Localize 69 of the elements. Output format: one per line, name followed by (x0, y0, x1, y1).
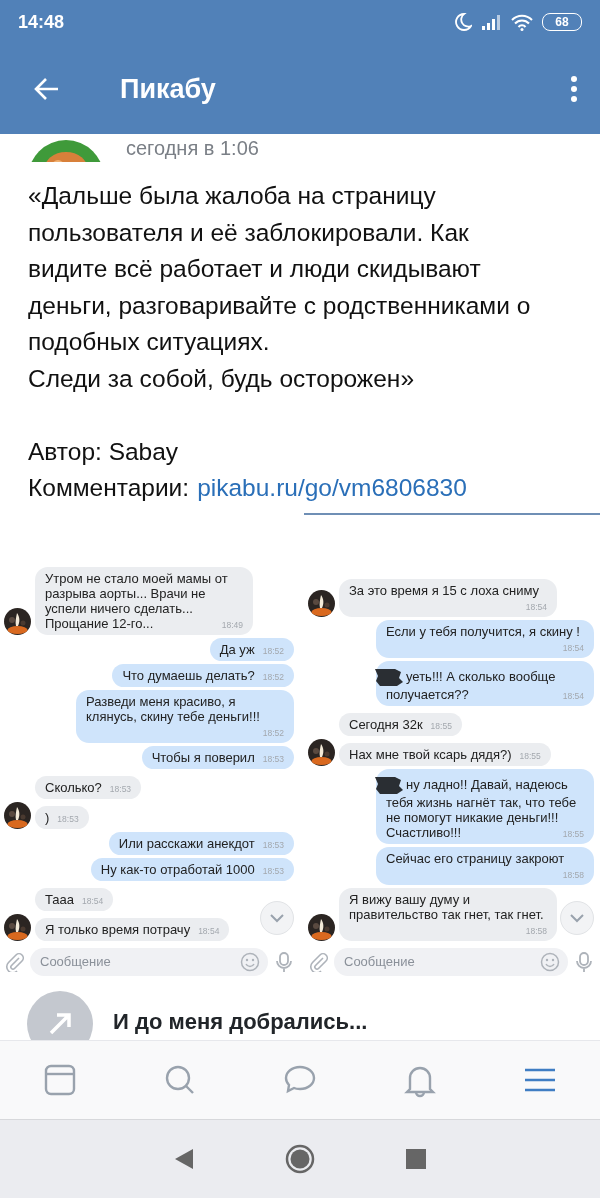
status-time: 14:48 (18, 10, 65, 34)
emoji-icon[interactable] (540, 951, 560, 972)
moon-icon (452, 12, 472, 32)
post-date: сегодня в 1:06 (126, 136, 259, 160)
message-time: 18:55 (430, 719, 452, 732)
post-author: Автор: Sabay (28, 436, 180, 467)
message-bubble: Да уж 18:52 (209, 637, 294, 661)
message-time: 18:53 (262, 838, 284, 851)
message-time: 18:58 (562, 868, 584, 881)
message-time: 18:54 (562, 641, 584, 654)
scroll-down-button[interactable] (260, 900, 294, 935)
message-bubble: Я только время потрачу 18:54 (35, 917, 230, 941)
message-time: 18:54 (562, 689, 584, 702)
message-bubble: уеть!!! А сколько вообще получается?? 18:54 (376, 660, 594, 706)
message-time: 18:54 (525, 600, 547, 613)
message-time: 18:54 (198, 924, 220, 937)
more-button[interactable] (570, 75, 578, 103)
message-time: 18:52 (262, 670, 284, 683)
microphone-icon[interactable] (274, 950, 294, 973)
post-title: И до меня добрались... (113, 1007, 368, 1036)
chevron-down-icon (269, 912, 285, 923)
message-bubble: Тааа 18:54 (35, 887, 114, 911)
message-time: 18:53 (109, 782, 132, 795)
message-time: 18:55 (562, 827, 584, 840)
post-paragraph: Следи за собой, будь осторожен» (28, 363, 416, 394)
message-bubble: Сколько? 18:53 (35, 775, 142, 799)
attach-icon[interactable] (4, 951, 24, 972)
message-time: 18:54 (82, 894, 104, 907)
message-time: 18:58 (525, 924, 547, 937)
message-bubble: За это время я 15 с лоха сниму 18:54 (339, 578, 557, 617)
page-title: Пикабу (120, 72, 217, 106)
message-bubble: Или расскажи анекдот 18:53 (108, 831, 294, 855)
message-bubble: Что думаешь делать? 18:52 (112, 663, 294, 687)
feed-icon (42, 1062, 78, 1098)
message-field[interactable]: Сообщение (334, 947, 568, 976)
message-bubble: Утром не стало моей мамы от разрыва аорты... Врачи не успели ничего сделать... Прощание 12-го... 18:49 (35, 566, 253, 635)
message-field[interactable]: Сообщение (30, 947, 268, 976)
post-paragraph: «Дальше была жалоба на страницу пользователя и её заблокировали. Как видите всё работает и люди скидывают деньги, разговаривайте с родственниками о подобных ситуациях. (28, 181, 532, 357)
message-time: 18:53 (57, 812, 79, 825)
message-time: 18:52 (262, 644, 284, 657)
wifi-icon (510, 13, 534, 31)
signal-icon (480, 13, 502, 31)
message-bubble: Сейчас его страницу закроют 18:58 (376, 846, 594, 885)
message-bubble: ну ладно!! Давай, надеюсь тебя жизнь нагнёт так, что тебе не помогут никакие деньги!!! Счастливо!!! 18:55 (376, 768, 594, 844)
message-bubble: Сегодня 32к 18:55 (339, 712, 462, 736)
more-icon (570, 75, 578, 103)
message-bubble: Ну как-то отработай 1000 18:53 (90, 857, 294, 881)
message-bubble: Если у тебя получится, я скину ! 18:54 (376, 619, 594, 658)
chevron-down-icon (569, 912, 585, 923)
message-bubble: Разведи меня красиво, я клянусь, скину тебе деньги!!! 18:52 (76, 689, 294, 743)
message-time: 18:53 (262, 752, 284, 765)
message-bubble: Нах мне твой ксарь дядя?) 18:55 (339, 742, 551, 766)
message-time: 18:49 (221, 618, 243, 631)
attach-icon[interactable] (308, 951, 328, 972)
recents-icon[interactable] (405, 1148, 427, 1170)
scroll-down-button[interactable] (560, 900, 594, 935)
emoji-icon[interactable] (240, 951, 260, 972)
message-time: 18:52 (262, 726, 284, 739)
message-bubble: Я вижу вашу думу и правительство так гнет, так гнет. 18:58 (339, 887, 557, 941)
message-time: 18:55 (519, 749, 541, 762)
message-bubble: Чтобы я поверил 18:53 (141, 745, 294, 769)
home-icon[interactable] (285, 1144, 315, 1174)
message-time: 18:53 (262, 864, 284, 877)
comments-link[interactable]: pikabu.ru/go/vm6806830 (197, 470, 467, 507)
comments-label: Комментарии: (28, 473, 190, 503)
microphone-icon[interactable] (574, 950, 594, 973)
message-bubble: ) 18:53 (35, 805, 89, 829)
back-icon[interactable] (173, 1147, 195, 1171)
battery-icon: 68 (542, 13, 582, 31)
